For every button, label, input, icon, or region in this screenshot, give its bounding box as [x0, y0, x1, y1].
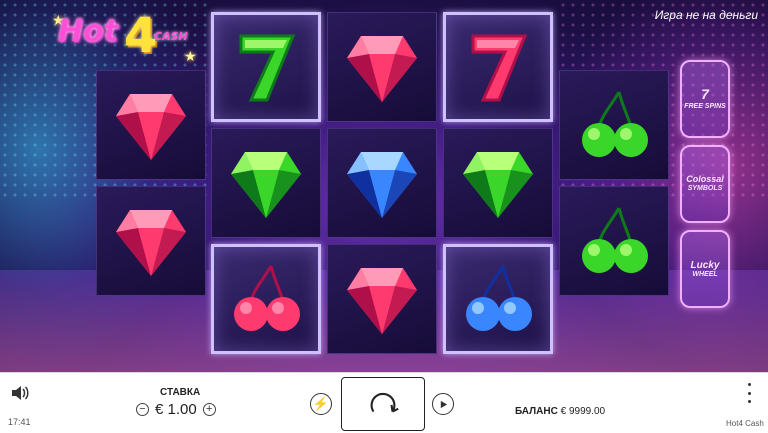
green-cherry-icon — [582, 91, 648, 157]
free-spins-feature-button[interactable]: 7 FREE SPINS — [680, 60, 730, 138]
stake-control: − € 1.00 + — [136, 401, 216, 418]
demo-mode-label: Игра не на деньги — [654, 8, 758, 22]
green-seven-icon — [239, 34, 296, 102]
play-icon — [440, 400, 447, 408]
reel-cell — [96, 186, 206, 296]
red-seven-icon — [471, 34, 528, 102]
spin-button[interactable] — [341, 377, 425, 431]
blue-gem-icon — [347, 152, 417, 218]
lucky-title: Lucky — [690, 259, 720, 271]
reel-cell — [559, 186, 669, 296]
reel-cell — [327, 244, 437, 354]
red-gem-icon — [116, 210, 186, 276]
reel-cell — [211, 244, 321, 354]
green-gem-icon — [463, 152, 533, 218]
menu-icon[interactable] — [746, 383, 752, 403]
autoplay-button[interactable] — [432, 393, 454, 415]
reel-cell — [211, 128, 321, 238]
red-gem-icon — [347, 268, 417, 334]
colossal-label: SYMBOLS — [687, 185, 723, 193]
reel-cell — [211, 12, 321, 122]
control-bar: 17:41 СТАВКА − € 1.00 + ⚡ БАЛАНС € 9999.… — [0, 372, 768, 433]
reel-cell — [443, 244, 553, 354]
green-gem-icon — [231, 152, 301, 218]
balance-label: БАЛАНС — [515, 406, 558, 417]
clock: 17:41 — [8, 417, 31, 427]
reel-cell — [327, 128, 437, 238]
increase-stake-button[interactable]: + — [202, 403, 216, 416]
logo-number: 4 — [124, 8, 158, 64]
free-spins-seven: 7 — [701, 86, 709, 103]
lucky-wheel-feature-button[interactable]: Lucky WHEEL — [680, 230, 730, 308]
decrease-stake-button[interactable]: − — [136, 403, 149, 416]
game-logo: ★ ★ Hot 4 CASH — [52, 8, 202, 66]
logo-tag: CASH — [154, 30, 188, 43]
colossal-symbols-feature-button[interactable]: Colossal SYMBOLS — [680, 145, 730, 223]
stake-title: СТАВКА — [160, 387, 201, 398]
free-spins-label: FREE SPINS — [684, 102, 726, 110]
game-name: Hot4 Cash — [726, 419, 764, 428]
lucky-label: WHEEL — [692, 270, 718, 278]
red-gem-icon — [116, 94, 186, 160]
lightning-icon: ⚡ — [312, 396, 330, 411]
green-cherry-icon — [582, 207, 648, 273]
reel-cell — [96, 70, 206, 180]
red-cherry-icon — [234, 265, 300, 331]
turbo-button[interactable]: ⚡ — [310, 393, 332, 415]
balance-value: € 9999.00 — [560, 406, 606, 417]
red-gem-icon — [347, 36, 417, 102]
game-stage: ★ ★ Hot 4 CASH Игра не на деньги 7 FREE … — [0, 0, 768, 372]
blue-cherry-icon — [466, 265, 532, 331]
logo-word: Hot — [58, 14, 119, 49]
balance: БАЛАНС € 9999.00 — [515, 406, 605, 417]
colossal-title: Colossal — [686, 174, 724, 185]
reel-cell — [443, 128, 553, 238]
reel-cell — [443, 12, 553, 122]
sound-icon[interactable] — [10, 385, 30, 401]
reel-cell — [559, 70, 669, 180]
stake-value: € 1.00 — [155, 401, 197, 418]
spin-icon — [370, 392, 399, 413]
reel-cell — [327, 12, 437, 122]
star-icon: ★ — [184, 48, 197, 64]
